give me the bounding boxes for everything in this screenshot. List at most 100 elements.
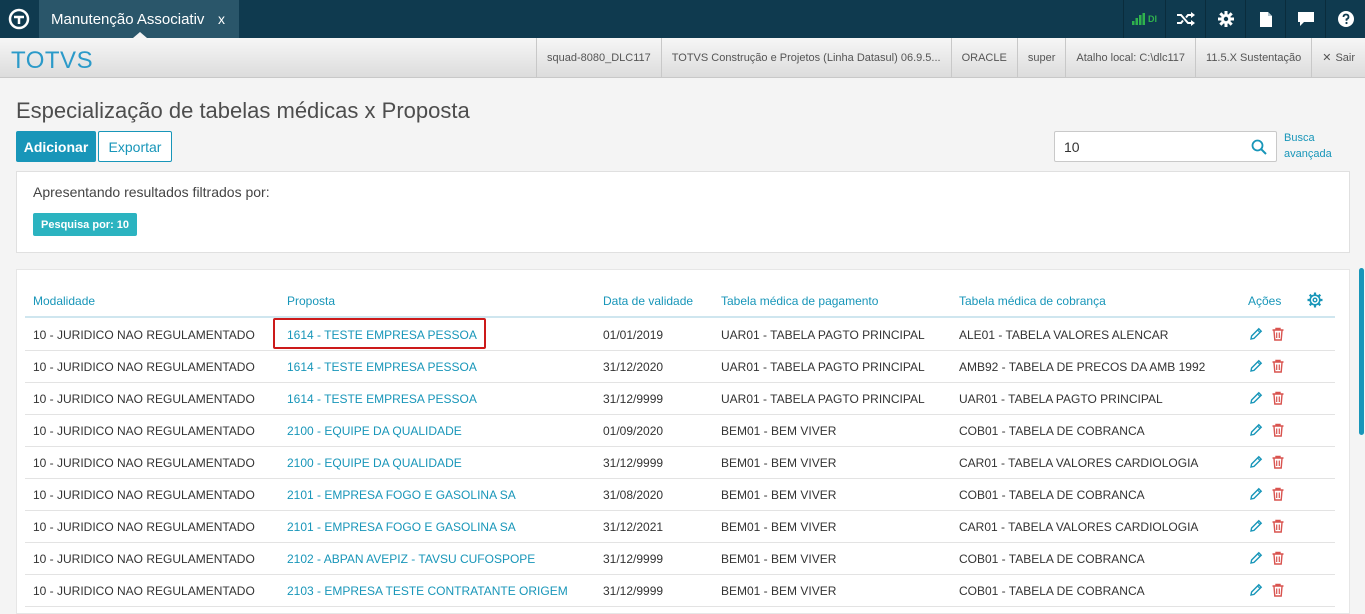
cell-data-validade: 31/12/9999: [603, 392, 664, 406]
tab-label: Manutenção Associativ: [51, 10, 205, 28]
edit-pencil-icon[interactable]: [1249, 359, 1263, 373]
cell-proposta-link[interactable]: 2100 - EQUIPE DA QUALIDADE: [287, 424, 462, 438]
cell-tabela-cobranca: CAR01 - TABELA VALORES CARDIOLOGIA: [959, 520, 1199, 534]
cell-proposta-link[interactable]: 2101 - EMPRESA FOGO E GASOLINA SA: [287, 520, 516, 534]
table-row: 10 - JURIDICO NAO REGULAMENTADO 2101 - EM…: [25, 479, 1335, 511]
edit-pencil-icon[interactable]: [1249, 551, 1263, 565]
edit-pencil-icon[interactable]: [1249, 327, 1263, 341]
cell-proposta-link[interactable]: 2101 - EMPRESA FOGO E GASOLINA SA: [287, 488, 516, 502]
cell-modalidade: 10 - JURIDICO NAO REGULAMENTADO: [33, 584, 255, 598]
signal-label: DI: [1148, 14, 1157, 24]
document-icon[interactable]: [1245, 0, 1285, 38]
edit-pencil-icon[interactable]: [1249, 583, 1263, 597]
cell-tabela-cobranca: UAR01 - TABELA PAGTO PRINCIPAL: [959, 392, 1163, 406]
filter-chip[interactable]: Pesquisa por: 10: [33, 213, 138, 236]
delete-trash-icon[interactable]: [1271, 583, 1285, 597]
delete-trash-icon[interactable]: [1271, 423, 1285, 437]
database-info: ORACLE: [950, 38, 1017, 77]
cell-tabela-pagamento: BEM01 - BEM VIVER: [721, 520, 837, 534]
version-info: 11.5.X Sustentação: [1195, 38, 1311, 77]
table-row: 10 - JURIDICO NAO REGULAMENTADO 2103 - EM…: [25, 575, 1335, 607]
delete-trash-icon[interactable]: [1271, 551, 1285, 565]
delete-trash-icon[interactable]: [1271, 327, 1285, 341]
advanced-search-link[interactable]: Busca avançada: [1284, 130, 1344, 162]
cell-data-validade: 31/12/9999: [603, 584, 664, 598]
column-header-proposta[interactable]: Proposta: [287, 294, 335, 308]
cell-proposta-link[interactable]: 2102 - ABPAN AVEPIZ - TAVSU CUFOSPOPE: [287, 552, 535, 566]
export-button[interactable]: Exportar: [98, 131, 172, 162]
table-row: 10 - JURIDICO NAO REGULAMENTADO 2100 - EQ…: [25, 415, 1335, 447]
cell-tabela-cobranca: COB01 - TABELA DE COBRANCA: [959, 584, 1145, 598]
cell-data-validade: 01/09/2020: [603, 424, 664, 438]
cell-tabela-cobranca: AMB92 - TABELA DE PRECOS DA AMB 1992: [959, 360, 1206, 374]
product-info: TOTVS Construção e Projetos (Linha Datas…: [660, 38, 951, 77]
cell-data-validade: 01/01/2019: [603, 328, 664, 342]
table-row: 10 - JURIDICO NAO REGULAMENTADO 2102 - AB…: [25, 543, 1335, 575]
cell-tabela-pagamento: UAR01 - TABELA PAGTO PRINCIPAL: [721, 360, 925, 374]
advanced-search-label-1: Busca: [1284, 132, 1315, 144]
cell-tabela-pagamento: BEM01 - BEM VIVER: [721, 488, 837, 502]
cell-modalidade: 10 - JURIDICO NAO REGULAMENTADO: [33, 424, 255, 438]
chat-icon[interactable]: [1285, 0, 1325, 38]
column-header-data-validade[interactable]: Data de validade: [603, 294, 693, 308]
page-title: Especialização de tabelas médicas x Prop…: [16, 98, 470, 123]
cell-tabela-pagamento: BEM01 - BEM VIVER: [721, 552, 837, 566]
column-header-tabela-cobranca[interactable]: Tabela médica de cobrança: [959, 294, 1106, 308]
edit-pencil-icon[interactable]: [1249, 455, 1263, 469]
add-button[interactable]: Adicionar: [16, 131, 96, 162]
cell-modalidade: 10 - JURIDICO NAO REGULAMENTADO: [33, 360, 255, 374]
search-input[interactable]: 10: [1054, 131, 1277, 162]
cell-tabela-pagamento: BEM01 - BEM VIVER: [721, 456, 837, 470]
delete-trash-icon[interactable]: [1271, 455, 1285, 469]
cell-proposta-link[interactable]: 1614 - TESTE EMPRESA PESSOA: [287, 360, 477, 374]
column-header-acoes: Ações: [1248, 294, 1282, 308]
vertical-scrollbar[interactable]: [1359, 268, 1364, 435]
column-header-tabela-pagamento[interactable]: Tabela médica de pagamento: [721, 294, 878, 308]
cell-modalidade: 10 - JURIDICO NAO REGULAMENTADO: [33, 520, 255, 534]
cell-modalidade: 10 - JURIDICO NAO REGULAMENTADO: [33, 488, 255, 502]
highlight-box: [273, 318, 486, 349]
server-info: squad-8080_DLC117: [536, 38, 661, 77]
help-icon[interactable]: [1325, 0, 1365, 38]
top-navigation-bar: Manutenção Associativ x DI: [0, 0, 1365, 38]
close-icon: ✕: [1322, 52, 1332, 64]
totvs-logo-icon[interactable]: [0, 0, 38, 38]
tab-close-icon[interactable]: x: [218, 11, 225, 27]
table-row: 10 - JURIDICO NAO REGULAMENTADO 1614 - TE…: [25, 383, 1335, 415]
delete-trash-icon[interactable]: [1271, 391, 1285, 405]
cell-proposta-link[interactable]: 2103 - EMPRESA TESTE CONTRATANTE ORIGEM: [287, 584, 568, 598]
table-row: 10 - JURIDICO NAO REGULAMENTADO 2101 - EM…: [25, 511, 1335, 543]
cell-proposta-link[interactable]: 2100 - EQUIPE DA QUALIDADE: [287, 456, 462, 470]
search-icon[interactable]: [1251, 139, 1267, 155]
cell-tabela-cobranca: ALE01 - TABELA VALORES ALENCAR: [959, 328, 1169, 342]
session-info: squad-8080_DLC117 TOTVS Construção e Pro…: [536, 38, 1365, 77]
advanced-search-label-2: avançada: [1284, 148, 1332, 160]
signal-icon[interactable]: DI: [1123, 0, 1165, 38]
top-icon-group: DI: [1123, 0, 1365, 38]
brand-logo: TOTVS: [11, 47, 94, 74]
logout-button[interactable]: ✕ Sair: [1311, 38, 1365, 77]
column-settings-gear-icon[interactable]: [1307, 292, 1323, 308]
column-header-modalidade[interactable]: Modalidade: [33, 294, 95, 308]
cell-tabela-cobranca: COB01 - TABELA DE COBRANCA: [959, 424, 1145, 438]
delete-trash-icon[interactable]: [1271, 487, 1285, 501]
tab-manutencao-associativa[interactable]: Manutenção Associativ x: [39, 0, 239, 38]
edit-pencil-icon[interactable]: [1249, 391, 1263, 405]
results-table: Modalidade Proposta Data de validade Tab…: [16, 269, 1350, 614]
cell-modalidade: 10 - JURIDICO NAO REGULAMENTADO: [33, 456, 255, 470]
user-info: super: [1016, 38, 1066, 77]
shuffle-icon[interactable]: [1165, 0, 1205, 38]
cell-tabela-cobranca: CAR01 - TABELA VALORES CARDIOLOGIA: [959, 456, 1199, 470]
table-row: 10 - JURIDICO NAO REGULAMENTADO 1614 - TE…: [25, 319, 1335, 351]
cell-modalidade: 10 - JURIDICO NAO REGULAMENTADO: [33, 552, 255, 566]
edit-pencil-icon[interactable]: [1249, 487, 1263, 501]
cell-tabela-pagamento: UAR01 - TABELA PAGTO PRINCIPAL: [721, 328, 925, 342]
delete-trash-icon[interactable]: [1271, 359, 1285, 373]
edit-pencil-icon[interactable]: [1249, 423, 1263, 437]
cell-data-validade: 31/12/9999: [603, 552, 664, 566]
cell-proposta-link[interactable]: 1614 - TESTE EMPRESA PESSOA: [287, 392, 477, 406]
cell-data-validade: 31/12/9999: [603, 456, 664, 470]
edit-pencil-icon[interactable]: [1249, 519, 1263, 533]
delete-trash-icon[interactable]: [1271, 519, 1285, 533]
gear-icon[interactable]: [1205, 0, 1245, 38]
